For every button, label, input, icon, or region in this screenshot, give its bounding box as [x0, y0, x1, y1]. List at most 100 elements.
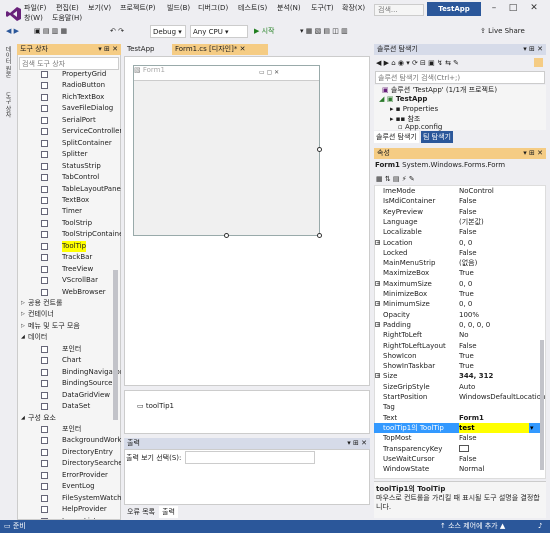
toolbox-group-data[interactable]: ◢ 데이터 [17, 332, 121, 343]
property-value[interactable]: False [459, 207, 477, 217]
tab-testapp[interactable]: TestApp [124, 44, 170, 55]
property-value[interactable]: (기본값) [459, 217, 484, 227]
toolbox-group[interactable]: ▷ 컨테이너 [17, 309, 121, 320]
toolbox-component-item[interactable]: ErrorProvider [17, 470, 121, 481]
toolbox-component-item[interactable]: DirectorySearcher [17, 458, 121, 469]
property-value[interactable]: WindowsDefaultLocation [459, 392, 545, 402]
tree-properties[interactable]: ▸ ▪ Properties [390, 105, 438, 113]
property-row[interactable]: RightToLeftLayout False [374, 341, 544, 351]
toolbox-component-item[interactable]: FileSystemWatcher [17, 493, 121, 504]
property-row[interactable]: Locked False [374, 248, 544, 258]
config-dropdown[interactable]: Debug ▾ [150, 25, 186, 38]
toolbox-item-servicecontroller[interactable]: ServiceController [17, 126, 121, 137]
menu-tools[interactable]: 도구(T) [311, 3, 334, 13]
tree-project[interactable]: ◢ ▣ TestApp [379, 95, 427, 103]
property-value[interactable] [459, 444, 469, 452]
property-row[interactable]: KeyPreview False [374, 207, 544, 217]
properties-toolbar[interactable]: ▦ ⇅ ▤ ⚡ ✎ [376, 172, 415, 186]
toolbox-item-tabcontrol[interactable]: TabControl [17, 172, 121, 183]
tab-form1-design[interactable]: Form1.cs [디자인]* ✕ [172, 44, 268, 55]
expand-icon[interactable]: + [375, 239, 380, 245]
toolbox-item-vscrollbar[interactable]: VScrollBar [17, 275, 121, 286]
toolbox-component-item[interactable]: DirectoryEntry [17, 447, 121, 458]
toolbox-data-item[interactable]: 포인터 [17, 344, 121, 355]
handle-bm[interactable] [224, 233, 229, 238]
property-value[interactable]: Auto [459, 382, 475, 392]
toolbox-data-item[interactable]: BindingSource [17, 378, 121, 389]
property-row[interactable]: + MinimumSize 0, 0 [374, 299, 544, 309]
toolbox-item-propertygrid[interactable]: PropertyGrid [17, 69, 121, 80]
start-button[interactable]: ▶ 시작 [254, 24, 275, 38]
handle-br[interactable] [317, 233, 322, 238]
toolbox-item-serialport[interactable]: SerialPort [17, 115, 121, 126]
toolbox-data-item[interactable]: Chart [17, 355, 121, 366]
property-value[interactable]: 344, 312 [459, 371, 493, 381]
property-value[interactable]: True [459, 351, 474, 361]
menu-file[interactable]: 파일(F) [24, 3, 46, 13]
toolbox-item-treeview[interactable]: TreeView [17, 264, 121, 275]
form1-window[interactable] [133, 65, 320, 236]
toolbox-scrollbar[interactable] [113, 270, 118, 420]
property-value[interactable]: (없음) [459, 258, 477, 268]
notification-icon[interactable]: ♪ [538, 520, 542, 533]
toolbox-component-item[interactable]: HelpProvider [17, 504, 121, 515]
property-value[interactable]: False [459, 227, 477, 237]
property-value[interactable]: 100% [459, 310, 479, 320]
solution-pin-icon[interactable] [534, 58, 543, 67]
property-row[interactable]: toolTip1의 ToolTip ▾ test [374, 422, 544, 434]
property-value[interactable]: False [459, 433, 477, 443]
toolbox-item-splitcontainer[interactable]: SplitContainer [17, 138, 121, 149]
side-tab-toolbox[interactable]: 도구 상자 [3, 92, 12, 118]
toolbox-item-savefiledialog[interactable]: SaveFileDialog [17, 103, 121, 114]
expand-icon[interactable]: + [375, 280, 380, 286]
solution-toolbar[interactable]: ◀ ▶ ⌂ ◉ ▾ ⟳ ⊟ ▣ ↯ ⇆ ✎ [376, 56, 459, 70]
close-icon[interactable]: ✕ [526, 2, 542, 14]
property-row[interactable]: Language (기본값) [374, 217, 544, 227]
property-row[interactable]: MainMenuStrip (없음) [374, 258, 544, 268]
tab-team-explorer[interactable]: 팀 탐색기 [421, 131, 453, 143]
back-icon[interactable]: ◀ ▶ [6, 24, 19, 38]
toolbox-component-item[interactable]: EventLog [17, 481, 121, 492]
toolbox-item-richtextbox[interactable]: RichTextBox [17, 92, 121, 103]
property-row[interactable]: Text Form1 [374, 413, 544, 423]
handle-rm[interactable] [317, 147, 322, 152]
search-box[interactable]: 검색... [374, 4, 424, 16]
property-row[interactable]: Tag [374, 402, 544, 412]
property-row[interactable]: + MaximumSize 0, 0 [374, 279, 544, 289]
property-row[interactable]: + Padding 0, 0, 0, 0 [374, 320, 544, 330]
property-value[interactable]: True [459, 268, 474, 278]
tray-tooltip[interactable]: ▭ toolTip1 [137, 402, 174, 410]
tree-app-config[interactable]: ▫ App.config [398, 123, 442, 131]
property-row[interactable]: MaximizeBox True [374, 268, 544, 278]
tab-solution-explorer[interactable]: 솔루션 탐색기 [374, 131, 419, 143]
expand-icon[interactable]: + [375, 321, 380, 327]
property-value[interactable]: test [459, 422, 529, 433]
toolbox-header-icons[interactable]: ▾ ⊞ ✕ [98, 44, 118, 55]
live-share-button[interactable]: ⇪ Live Share [480, 24, 525, 38]
object-selector[interactable]: Form1 System.Windows.Forms.Form [375, 160, 545, 171]
property-value[interactable]: 0, 0 [459, 238, 472, 248]
property-row[interactable]: StartPosition WindowsDefaultLocation [374, 392, 545, 402]
chevron-down-icon[interactable]: ▾ [530, 423, 534, 433]
menu-test[interactable]: 테스트(S) [238, 3, 267, 13]
property-row[interactable]: ShowInTaskbar True [374, 361, 544, 371]
property-row[interactable]: WindowState Normal [374, 464, 544, 474]
expand-icon[interactable]: + [375, 373, 380, 379]
property-value[interactable]: No [459, 330, 469, 340]
menu-view[interactable]: 보기(V) [88, 3, 111, 13]
property-value[interactable]: 0, 0 [459, 279, 472, 289]
property-value[interactable]: False [459, 454, 477, 464]
toolbox-item-toolstrip[interactable]: ToolStrip [17, 218, 121, 229]
toolbox-group[interactable]: ▷ 공용 컨트롤 [17, 298, 121, 309]
menu-edit[interactable]: 편집(E) [56, 3, 79, 13]
property-value[interactable]: Form1 [459, 413, 484, 423]
property-row[interactable]: + Size 344, 312 [374, 371, 544, 381]
output-header-icons[interactable]: ▾ ⊞ ✕ [347, 438, 367, 449]
toolbox-data-item[interactable]: BindingNavigator [17, 367, 121, 378]
property-value[interactable]: False [459, 196, 477, 206]
property-row[interactable]: MinimizeBox True [374, 289, 544, 299]
output-source-dropdown[interactable] [185, 451, 315, 464]
property-value[interactable]: 0, 0 [459, 299, 472, 309]
maximize-icon[interactable]: □ [505, 2, 521, 14]
toolbox-item-trackbar[interactable]: TrackBar [17, 252, 121, 263]
